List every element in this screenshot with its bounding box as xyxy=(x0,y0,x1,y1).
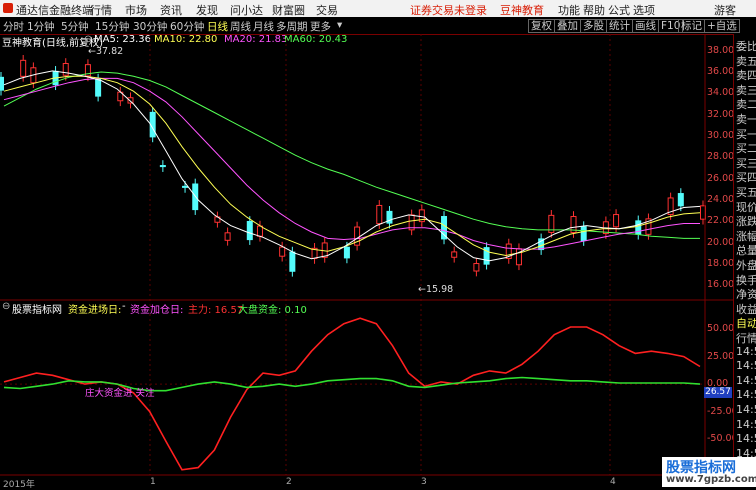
price-tick-label: 38.00 xyxy=(707,44,735,56)
candle-body xyxy=(159,165,166,168)
price-tick-label: 22.00 xyxy=(707,215,735,227)
indicator-tick-label: 50.00 xyxy=(707,323,735,335)
price-tick-label: 34.00 xyxy=(707,87,735,99)
quote-panel-label[interactable]: 卖一 xyxy=(736,111,756,127)
candle-body xyxy=(580,226,587,242)
quote-panel-label[interactable]: 14:5 xyxy=(736,345,756,358)
ma20-line xyxy=(3,77,700,250)
formula-label: 资金进场日: xyxy=(68,305,122,316)
low-annotation: ←15.98 xyxy=(418,284,454,295)
quote-panel-label[interactable]: 14:5 xyxy=(736,374,756,387)
candle-body xyxy=(182,185,189,188)
watermark-url: www.7gpzb.com xyxy=(666,474,756,485)
candle-body xyxy=(246,220,253,241)
price-tick-label: 26.00 xyxy=(707,172,735,184)
stock-chart[interactable] xyxy=(0,0,733,487)
main-force-label: 主力: 16.57 xyxy=(188,305,244,316)
quote-panel-label[interactable]: 涨幅 xyxy=(736,228,756,244)
price-tick-label: 16.00 xyxy=(707,279,735,291)
candle-body xyxy=(451,251,458,258)
quote-panel-label[interactable]: 净资 xyxy=(736,286,756,302)
quote-panel-label[interactable]: 14:5 xyxy=(736,432,756,445)
quote-panel-label[interactable]: 14:5 xyxy=(736,359,756,372)
quote-panel-label[interactable]: 行情 xyxy=(736,330,756,346)
candle-body xyxy=(256,225,263,237)
indicator-header: ⊖ 股票指标网 资金进场日: - 资金加仓日: 主力: 16.57 大盘资金: … xyxy=(2,301,307,316)
price-tick-label: 20.00 xyxy=(707,236,735,248)
indicator-icon[interactable]: ⊖ xyxy=(2,301,10,312)
quote-panel-label[interactable]: 卖五 xyxy=(736,53,756,69)
price-tick-label: 24.00 xyxy=(707,194,735,205)
date-label: 1 xyxy=(150,477,156,487)
quote-panel-label[interactable]: 14:5 xyxy=(736,388,756,401)
candle-body xyxy=(279,246,286,257)
quote-panel-label[interactable]: 换手 xyxy=(736,272,756,288)
quote-panel-label[interactable]: 现价 xyxy=(736,199,756,215)
quote-panel-label[interactable]: 外盘 xyxy=(736,257,756,273)
watermark: 股票指标网 www.7gpzb.com xyxy=(662,457,756,487)
signal-annotation: 庄大资金进 关注 xyxy=(85,388,155,399)
quote-panel-label[interactable]: 委比 xyxy=(736,38,756,54)
price-tick-label: 32.00 xyxy=(707,108,735,120)
quote-panel-label[interactable]: 买五 xyxy=(736,184,756,200)
ma60-line xyxy=(3,71,700,239)
candle-body xyxy=(289,251,296,272)
price-tick-label: 36.00 xyxy=(707,66,735,77)
candle-body xyxy=(62,63,69,76)
quote-panel-label[interactable]: 买二 xyxy=(736,140,756,156)
quote-panel-label[interactable]: 总量 xyxy=(736,242,756,258)
candle-body xyxy=(376,204,383,225)
quote-panel-label[interactable]: 涨跌 xyxy=(736,213,756,229)
quote-panel-label[interactable]: 收益 xyxy=(736,301,756,317)
indicator-tick-label: 25.00 xyxy=(707,350,735,362)
quote-panel: 委比 卖五 卖四 卖三 卖二 卖一 买一 买二 买三 买四 买五 现价 涨跌 涨幅 总量 外盘 换手 净资 收益 自动… xyxy=(733,34,756,487)
date-label: 2015年 xyxy=(3,480,35,490)
quote-panel-label[interactable]: 买三 xyxy=(736,155,756,171)
price-tick-label: 18.00 xyxy=(707,258,735,269)
candle-body xyxy=(343,246,350,259)
quote-panel-label[interactable]: 14:5 xyxy=(736,403,756,416)
candle-body xyxy=(441,216,448,240)
series-add-label: 资金加仓日: xyxy=(130,305,184,316)
moving-average-lines xyxy=(3,70,701,262)
quote-panel-label[interactable]: 14:5 xyxy=(736,418,756,431)
quote-panel-label[interactable]: 卖四 xyxy=(736,67,756,83)
ma5-line xyxy=(3,70,701,262)
candle-body xyxy=(224,232,231,241)
candle-body xyxy=(0,76,4,91)
price-tick-label: 30.00 xyxy=(707,130,735,141)
quote-panel-label[interactable]: 买四 xyxy=(736,169,756,185)
quote-panel-label[interactable]: 卖三 xyxy=(736,82,756,98)
candle-body xyxy=(95,78,102,97)
grid xyxy=(0,34,705,475)
date-label: 4 xyxy=(610,477,616,487)
candle-body xyxy=(20,59,27,77)
quote-panel-label[interactable]: 卖二 xyxy=(736,96,756,112)
quote-panel-label[interactable]: 买一 xyxy=(736,126,756,142)
candle-body xyxy=(515,248,522,266)
quote-panel-label[interactable]: 自动 xyxy=(736,315,756,331)
price-tick-label: 28.00 xyxy=(707,151,735,163)
ma10-line xyxy=(3,75,701,257)
indicator-name[interactable]: 股票指标网 xyxy=(12,301,62,316)
candle-body xyxy=(613,214,620,228)
candle-body xyxy=(473,263,480,272)
high-annotation: ←37.82 xyxy=(88,46,124,57)
candle-body xyxy=(677,193,684,207)
date-label: 2 xyxy=(286,477,292,487)
date-label: 3 xyxy=(421,477,427,487)
market-fund-label: 大盘资金: 0.10 xyxy=(238,305,307,316)
current-value-badge: 26.57 xyxy=(704,387,732,398)
